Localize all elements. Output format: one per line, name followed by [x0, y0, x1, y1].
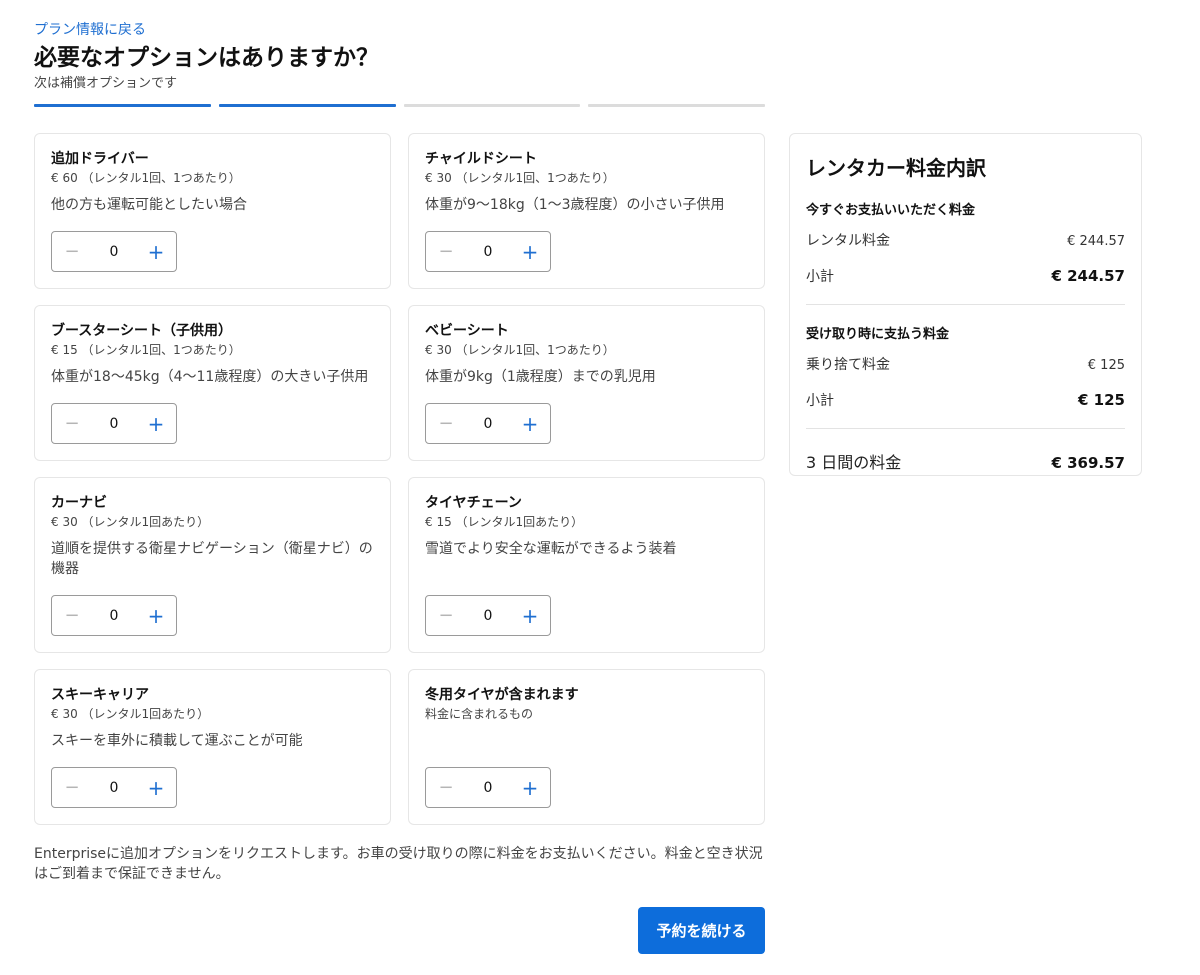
option-card-booster-seat: ブースターシート（子供用） € 15 （レンタル1回、1つあたり） 体重が18〜… [34, 305, 391, 461]
minus-icon[interactable]: − [436, 241, 456, 262]
option-card-additional-driver: 追加ドライバー € 60 （レンタル1回、1つあたり） 他の方も運転可能としたい… [34, 133, 391, 289]
option-title: ブースターシート（子供用） [51, 323, 233, 339]
quantity-value: 0 [483, 779, 493, 796]
quantity-stepper: − 0 + [51, 767, 177, 808]
option-card-car-navigation: カーナビ € 30 （レンタル1回あたり） 道順を提供する衛星ナビゲーション（衛… [34, 477, 391, 653]
total-label: 3 日間の料金 [806, 453, 902, 472]
option-price: € 15 （レンタル1回あたり） [425, 515, 584, 529]
plus-icon[interactable]: + [146, 240, 166, 264]
one-way-fee-label: 乗り捨て料金 [806, 357, 890, 373]
pay-at-pickup-subtotal-row: 小計 € 125 [806, 390, 1125, 410]
quantity-stepper: − 0 + [425, 231, 551, 272]
plus-icon[interactable]: + [520, 412, 540, 436]
option-title: スキーキャリア [51, 687, 149, 703]
option-description: 体重が18〜45kg（4〜11歳程度）の大きい子供用 [51, 369, 369, 385]
plus-icon[interactable]: + [520, 776, 540, 800]
option-card-ski-carrier: スキーキャリア € 30 （レンタル1回あたり） スキーを車外に積載して運ぶこと… [34, 669, 391, 825]
quantity-stepper: − 0 + [425, 403, 551, 444]
quantity-stepper: − 0 + [425, 767, 551, 808]
option-description: 他の方も運転可能としたい場合 [51, 197, 247, 213]
option-title: ベビーシート [425, 323, 509, 339]
quantity-stepper: − 0 + [51, 595, 177, 636]
divider [806, 304, 1125, 305]
plus-icon[interactable]: + [146, 776, 166, 800]
option-price: € 60 （レンタル1回、1つあたり） [51, 171, 241, 185]
option-description: 道順を提供する衛星ナビゲーション（衛星ナビ）の機器 [51, 541, 373, 577]
quantity-stepper: − 0 + [425, 595, 551, 636]
quantity-value: 0 [109, 779, 119, 796]
page-title: 必要なオプションはありますか？ [34, 45, 379, 71]
option-card-child-seat: チャイルドシート € 30 （レンタル1回、1つあたり） 体重が9〜18kg（1… [408, 133, 765, 289]
plus-icon[interactable]: + [520, 240, 540, 264]
option-card-winter-tires: 冬用タイヤが含まれます 料金に含まれるもの − 0 + [408, 669, 765, 825]
one-way-fee-amount: € 125 [1087, 358, 1125, 373]
option-title: 追加ドライバー [51, 151, 149, 167]
option-price: 料金に含まれるもの [425, 707, 534, 721]
quantity-stepper: − 0 + [51, 403, 177, 444]
pay-at-pickup-title: 受け取り時に支払う料金 [806, 327, 950, 342]
subtotal-amount: € 125 [1078, 391, 1125, 409]
option-card-tire-chains: タイヤチェーン € 15 （レンタル1回あたり） 雪道でより安全な運転ができるよ… [408, 477, 765, 653]
minus-icon[interactable]: − [62, 413, 82, 434]
progress-step-1 [34, 104, 211, 107]
total-row: 3 日間の料金 € 369.57 [806, 449, 1125, 473]
option-title: カーナビ [51, 495, 107, 511]
option-price: € 30 （レンタル1回、1つあたり） [425, 343, 615, 357]
minus-icon[interactable]: − [436, 777, 456, 798]
option-price: € 15 （レンタル1回、1つあたり） [51, 343, 241, 357]
rental-fee-label: レンタル料金 [806, 233, 890, 249]
page-subtitle: 次は補償オプションです [34, 76, 178, 91]
rental-price-summary: レンタカー料金内訳 今すぐお支払いいただく料金 レンタル料金 € 244.57 … [789, 133, 1142, 476]
options-grid: 追加ドライバー € 60 （レンタル1回、1つあたり） 他の方も運転可能としたい… [34, 133, 765, 825]
option-price: € 30 （レンタル1回あたり） [51, 515, 210, 529]
progress-step-4 [588, 104, 765, 107]
subtotal-label: 小計 [806, 393, 834, 409]
option-title: タイヤチェーン [425, 495, 522, 511]
progress-step-3 [403, 104, 581, 107]
quantity-value: 0 [483, 243, 493, 260]
progress-step-2 [218, 104, 396, 107]
rental-fee-amount: € 244.57 [1067, 234, 1125, 249]
pay-now-subtotal-row: 小計 € 244.57 [806, 266, 1125, 286]
continue-booking-button[interactable]: 予約を続ける [638, 907, 765, 954]
rental-fee-row: レンタル料金 € 244.57 [806, 230, 1125, 250]
minus-icon[interactable]: − [62, 605, 82, 626]
quantity-value: 0 [109, 607, 119, 624]
minus-icon[interactable]: − [62, 241, 82, 262]
minus-icon[interactable]: − [436, 605, 456, 626]
option-description: 体重が9〜18kg（1〜3歳程度）の小さい子供用 [425, 197, 725, 213]
plus-icon[interactable]: + [146, 412, 166, 436]
option-title: チャイルドシート [425, 151, 537, 167]
pay-now-title: 今すぐお支払いいただく料金 [806, 203, 976, 218]
plus-icon[interactable]: + [520, 604, 540, 628]
option-price: € 30 （レンタル1回あたり） [51, 707, 210, 721]
option-title: 冬用タイヤが含まれます [425, 687, 579, 703]
minus-icon[interactable]: − [62, 777, 82, 798]
quantity-stepper: − 0 + [51, 231, 177, 272]
quantity-value: 0 [483, 607, 493, 624]
one-way-fee-row: 乗り捨て料金 € 125 [806, 354, 1125, 374]
summary-title: レンタカー料金内訳 [806, 156, 986, 180]
option-card-baby-seat: ベビーシート € 30 （レンタル1回、1つあたり） 体重が9kg（1歳程度）ま… [408, 305, 765, 461]
quantity-value: 0 [109, 415, 119, 432]
option-description: 雪道でより安全な運転ができるよう装着 [425, 541, 677, 557]
subtotal-amount: € 244.57 [1051, 267, 1125, 285]
progress-bar [34, 104, 765, 108]
divider [806, 428, 1125, 429]
back-to-plan-link[interactable]: プラン情報に戻る [34, 19, 146, 39]
option-description: スキーを車外に積載して運ぶことが可能 [51, 733, 303, 749]
minus-icon[interactable]: − [436, 413, 456, 434]
options-disclaimer: Enterpriseに追加オプションをリクエストします。お車の受け取りの際に料金… [34, 846, 763, 882]
quantity-value: 0 [109, 243, 119, 260]
option-price: € 30 （レンタル1回、1つあたり） [425, 171, 615, 185]
quantity-value: 0 [483, 415, 493, 432]
option-description: 体重が9kg（1歳程度）までの乳児用 [425, 369, 656, 385]
plus-icon[interactable]: + [146, 604, 166, 628]
subtotal-label: 小計 [806, 269, 834, 285]
total-amount: € 369.57 [1051, 454, 1125, 472]
